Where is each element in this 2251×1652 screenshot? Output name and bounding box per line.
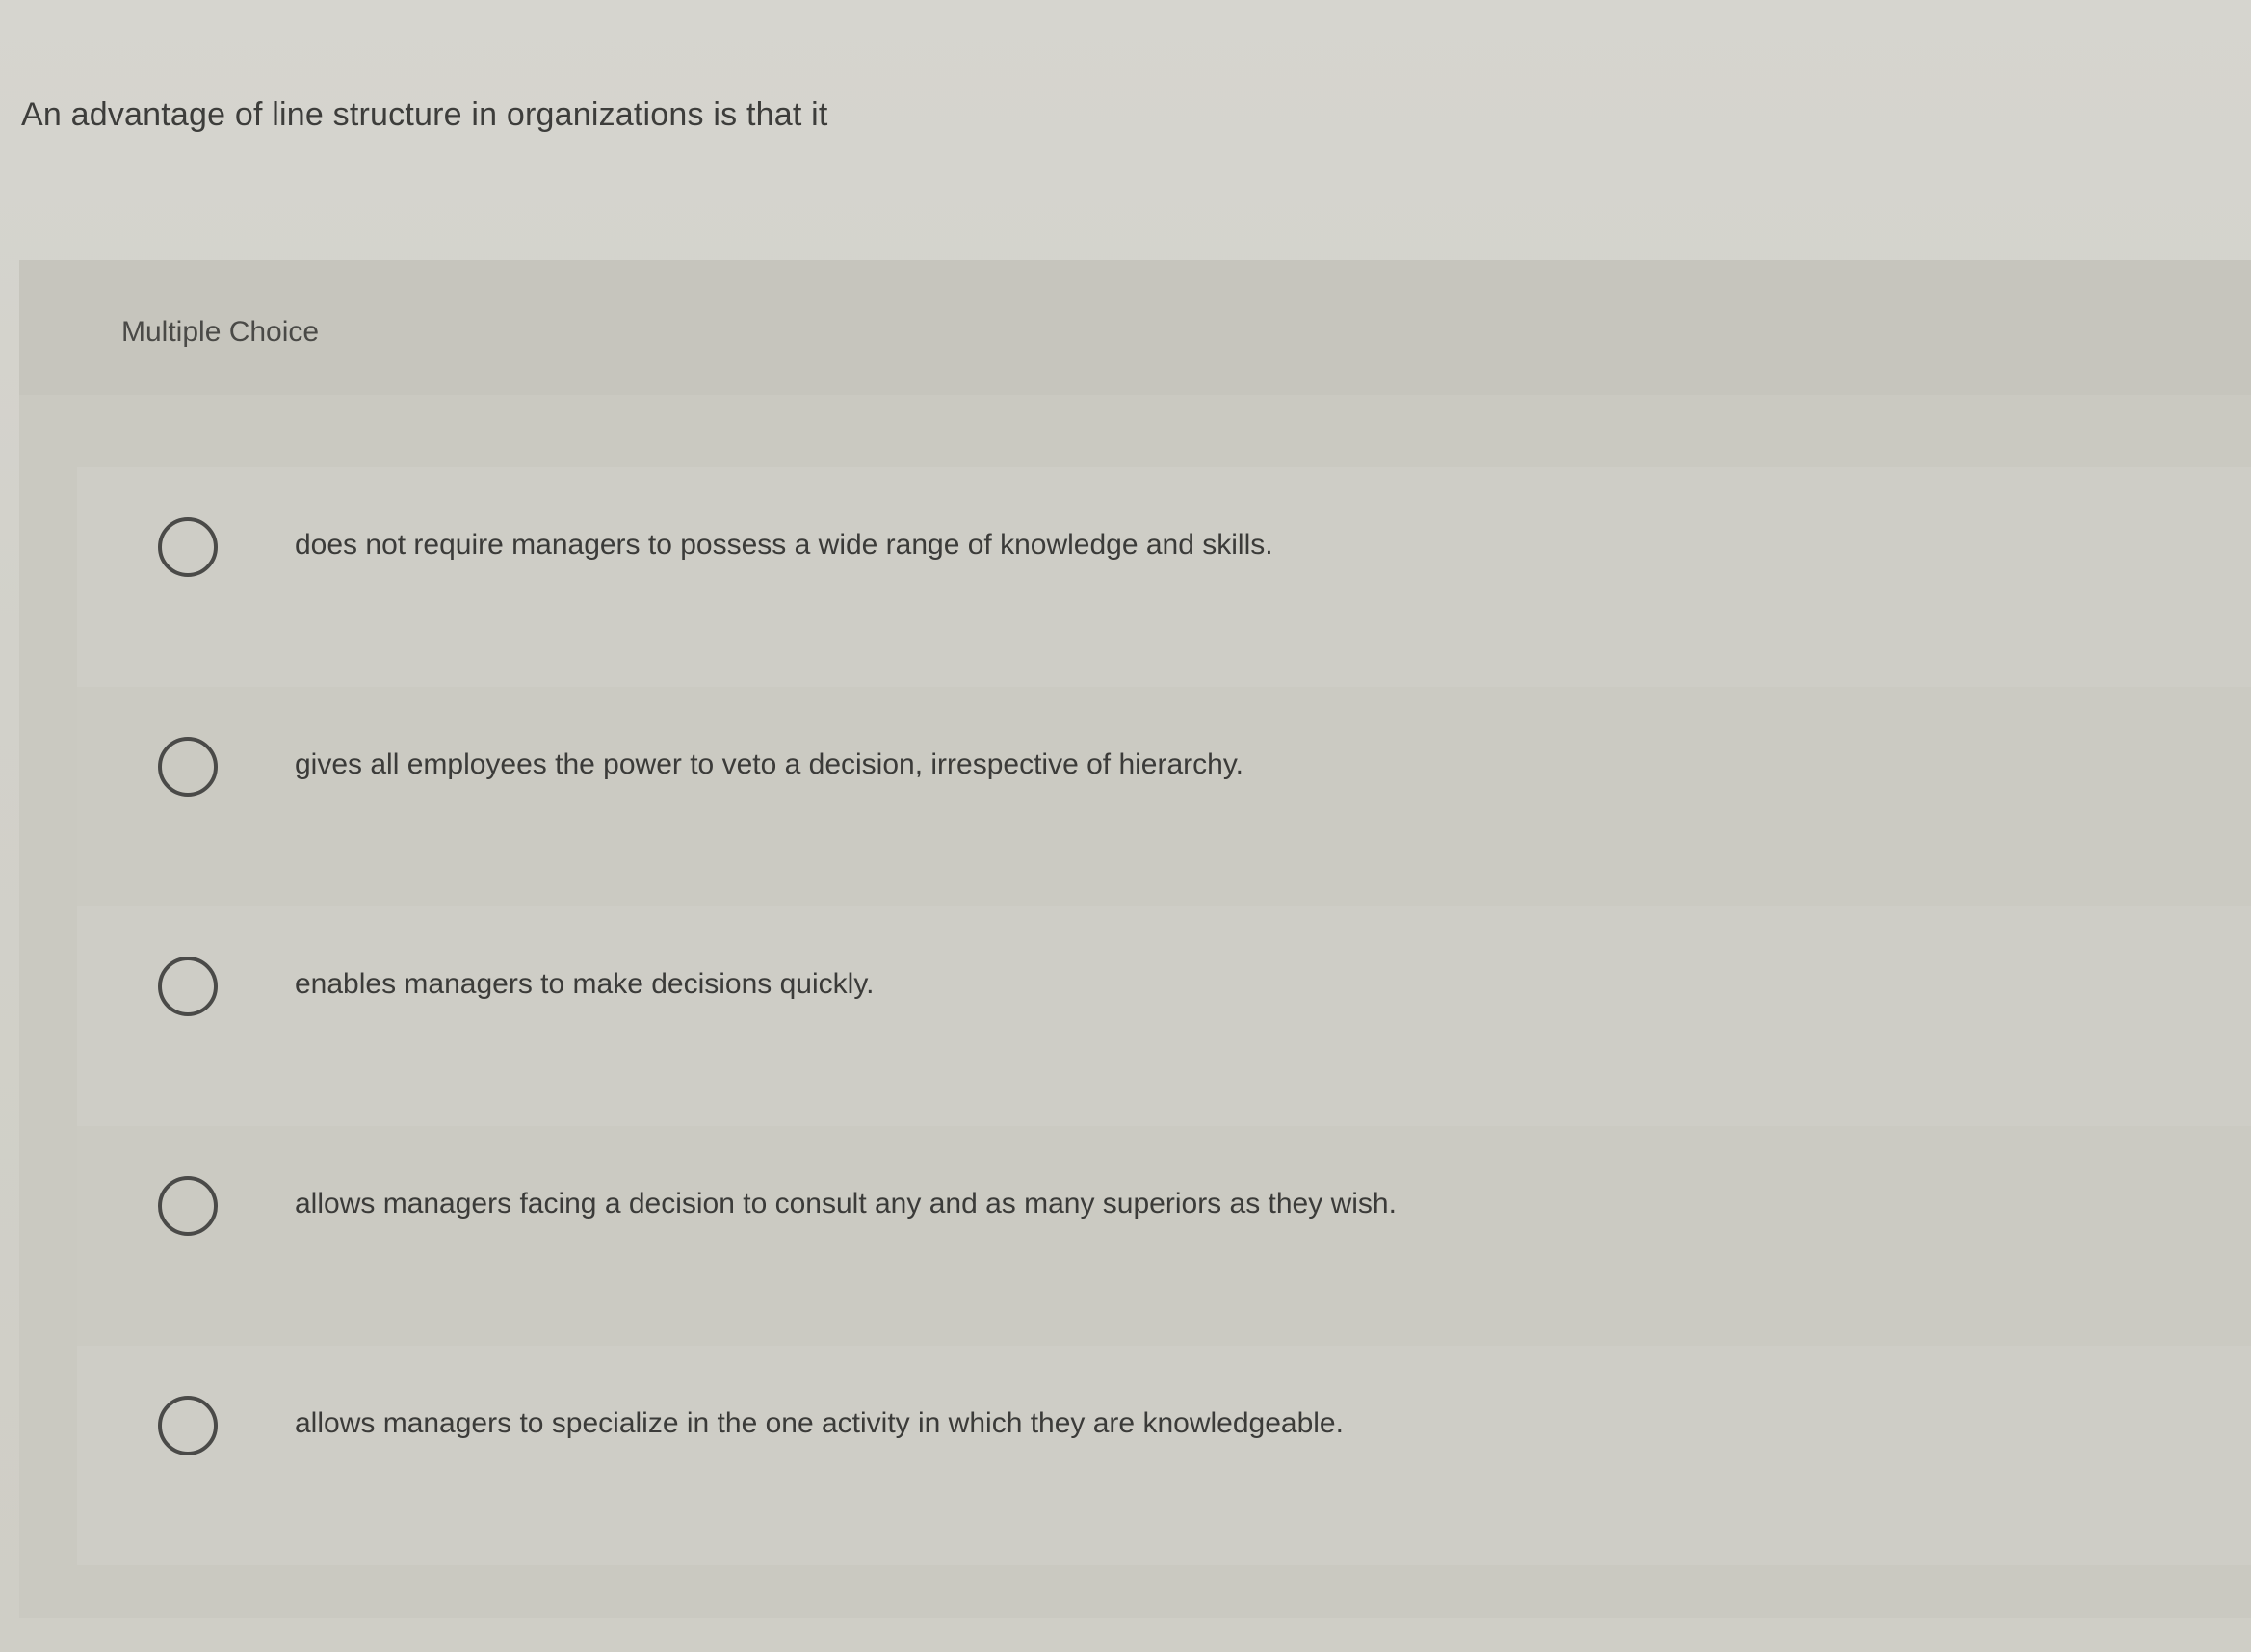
radio-button[interactable] xyxy=(158,517,218,577)
option-row[interactable]: gives all employees the power to veto a … xyxy=(77,687,2251,906)
answer-panel: Multiple Choice does not require manager… xyxy=(19,260,2251,1618)
question-type-label: Multiple Choice xyxy=(121,316,320,348)
option-row[interactable]: allows managers to specialize in the one… xyxy=(77,1346,2251,1565)
option-row[interactable]: enables managers to make decisions quick… xyxy=(77,906,2251,1126)
panel-header: Multiple Choice xyxy=(19,260,2251,395)
option-label[interactable]: gives all employees the power to veto a … xyxy=(295,748,1243,781)
option-label[interactable]: allows managers to specialize in the one… xyxy=(295,1407,1344,1440)
option-label[interactable]: enables managers to make decisions quick… xyxy=(295,968,874,1001)
option-label[interactable]: does not require managers to possess a w… xyxy=(295,529,1273,562)
option-row[interactable]: does not require managers to possess a w… xyxy=(77,467,2251,687)
radio-button[interactable] xyxy=(158,737,218,797)
question-text: An advantage of line structure in organi… xyxy=(21,96,828,133)
radio-button[interactable] xyxy=(158,1396,218,1455)
radio-button[interactable] xyxy=(158,1176,218,1236)
option-row[interactable]: allows managers facing a decision to con… xyxy=(77,1126,2251,1346)
options-list: does not require managers to possess a w… xyxy=(77,467,2251,1565)
radio-button[interactable] xyxy=(158,957,218,1016)
option-label[interactable]: allows managers facing a decision to con… xyxy=(295,1188,1397,1220)
